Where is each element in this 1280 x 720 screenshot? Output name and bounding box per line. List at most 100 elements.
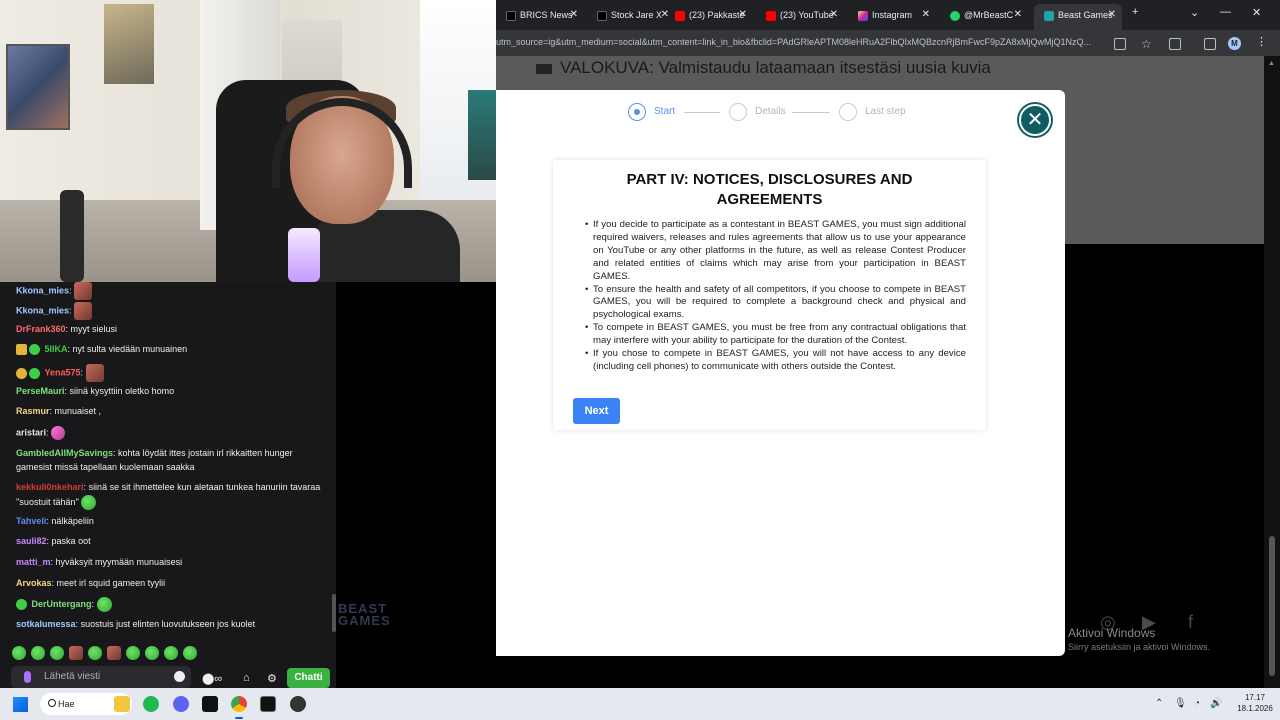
scrollbar-thumb[interactable] [1269,536,1275,676]
chat-text: meet irl squid gameen tyylii [56,578,166,588]
wifi-icon[interactable]: ◔ [1194,698,1200,709]
webcam-feed [0,0,496,282]
extensions-icon[interactable] [1169,38,1181,50]
chat-message: aristari: [16,426,326,440]
step-details-label: Details [755,106,786,117]
chat-scrollbar[interactable] [332,594,336,632]
store-icon[interactable]: ⌂ [243,672,250,684]
close-tab-icon[interactable]: ✕ [922,4,930,26]
wall-poster [104,4,154,84]
new-tab-icon[interactable]: + [1132,6,1138,18]
capcut-icon[interactable] [202,696,218,712]
chat-username[interactable]: 5IIKA [45,344,68,354]
close-tab-icon[interactable]: ✕ [570,4,578,26]
file-explorer-icon[interactable] [114,696,130,712]
close-modal-button[interactable]: ✕ [1019,104,1051,136]
glowing-cup [288,228,320,282]
tab-brics-news[interactable]: BRICS News ✕ [496,4,584,26]
chat-text: myyt sielusi [70,324,118,334]
page-scrollbar[interactable]: ▲ [1264,56,1280,688]
chat-username[interactable]: PerseMauri [16,386,65,396]
chat-username[interactable]: Kkona_mies [16,305,69,315]
close-tab-icon[interactable]: ✕ [830,4,838,26]
close-tab-icon[interactable]: ✕ [1014,4,1022,26]
bookmark-star-icon[interactable]: ☆ [1141,38,1153,50]
facebook-icon[interactable]: f [1188,612,1193,633]
menu-kebab-icon[interactable]: ⋮ [1256,35,1267,48]
close-tab-icon[interactable]: ✕ [1108,4,1116,26]
tab-youtube[interactable]: (23) YouTube ✕ [756,4,844,26]
chat-input[interactable]: Lähetä viesti [11,666,191,688]
minimize-icon[interactable]: — [1220,6,1231,18]
emote-icon[interactable] [107,645,121,660]
chat-username[interactable]: matti_m [16,557,51,567]
volume-icon[interactable]: 🔊 [1210,698,1222,709]
media-icon[interactable] [1204,38,1216,50]
discord-icon[interactable] [173,696,189,712]
application-modal: Start Details Last step ✕ PART IV: NOTIC… [496,90,1065,656]
microphone-icon[interactable] [24,671,31,683]
scroll-up-icon[interactable]: ▲ [1268,60,1275,67]
emote-icon[interactable] [183,645,197,660]
obs-icon[interactable] [290,696,306,712]
profile-avatar[interactable]: M [1228,37,1241,50]
settings-gear-icon[interactable]: ⚙ [267,672,277,685]
tab-beast-games[interactable]: Beast Games ✕ [1034,4,1122,30]
emoji-picker-icon[interactable] [174,671,185,682]
clock[interactable]: 17.17 18.1.2026 [1232,692,1278,714]
chat-username[interactable]: Yena575 [45,367,81,377]
chat-message: kekkuli0nkehari: siinä se sit ihmettelee… [16,481,326,510]
translate-icon[interactable] [1114,38,1126,50]
emote-icon[interactable] [12,645,26,660]
chat-username[interactable]: Rasmur [16,406,50,416]
chat-send-button[interactable]: Chatti [287,668,330,688]
windows-taskbar: Hae ⌃ 🎙 ◔ 🔊 17.17 18.1.2026 [0,688,1280,720]
emote-icon[interactable] [50,645,64,660]
url-field[interactable]: utm_source=ig&utm_medium=social&utm_cont… [496,37,1108,47]
tab-stock-jare[interactable]: Stock Jare X ✕ [587,4,675,26]
spotify-icon[interactable] [143,696,159,712]
chat-username[interactable]: kekkuli0nkehari [16,482,84,492]
youtube-icon [675,10,685,21]
emote-icon[interactable] [126,645,140,660]
tab-youtube-pakkaste[interactable]: (23) Pakkaste ✕ [665,4,753,26]
tab-whatsapp[interactable]: @MrBeastC ✕ [940,4,1028,26]
tray-chevron-icon[interactable]: ⌃ [1155,698,1163,709]
chat-username[interactable]: aristari [16,427,46,437]
microphone-tray-icon[interactable]: 🎙 [1174,698,1187,709]
windows-start-icon[interactable] [13,697,28,712]
notion-icon[interactable] [260,696,276,712]
chat-username[interactable]: GambledAllMySavings [16,448,113,458]
chat-username[interactable]: DrFrank360 [16,324,66,334]
chat-username[interactable]: Arvokas [16,578,52,588]
tab-instagram[interactable]: Instagram ✕ [848,4,936,26]
emote-icon[interactable] [164,645,178,660]
camera-icon [536,63,552,74]
chrome-icon[interactable] [231,696,247,712]
emote-icon[interactable] [88,645,102,660]
activate-windows-subtitle: Siirry asetuksiin ja aktivoi Windows. [1068,642,1211,652]
step-start-indicator [628,103,646,121]
emote-icon[interactable] [69,645,83,660]
tab-search-icon[interactable]: ⌄ [1190,6,1199,19]
activate-windows-title: Aktivoi Windows [1068,626,1156,640]
chat-username[interactable]: DerUntergang [32,599,92,609]
close-window-icon[interactable]: ✕ [1252,6,1261,19]
chat-username[interactable]: sotkalumessa [16,619,76,629]
chat-username[interactable]: sauli82 [16,536,47,546]
clock-time: 17.17 [1244,693,1266,702]
search-icon [48,699,56,707]
step-last-indicator [839,103,857,121]
progress-stepper: Start Details Last step [628,103,928,123]
emote-icon[interactable] [31,645,45,660]
disclosure-item: If you decide to participate as a contes… [585,219,966,284]
bits-icon[interactable]: ⬤∞ [202,672,222,685]
next-button[interactable]: Next [573,398,620,424]
close-tab-icon[interactable]: ✕ [739,4,747,26]
gold-badge-icon [16,367,27,379]
emote-icon[interactable] [145,645,159,660]
emote-icon [74,282,93,300]
step-details-indicator [729,103,747,121]
chat-username[interactable]: Kkona_mies [16,285,69,295]
chat-username[interactable]: Tahveli [16,516,46,526]
